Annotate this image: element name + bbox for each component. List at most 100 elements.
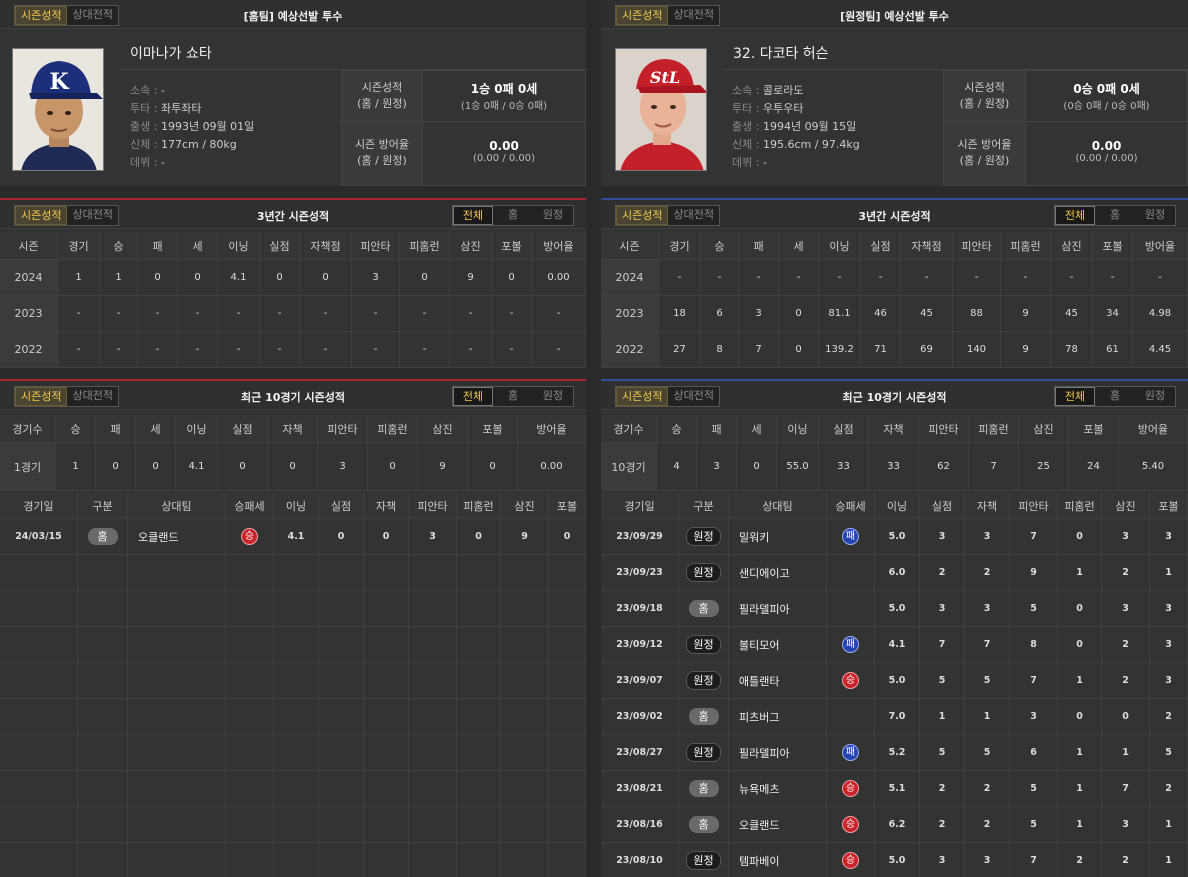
column-header: 피안타	[409, 493, 457, 519]
left-profile-panel: 시즌성적 상대전적 [홈팀] 예상선발 투수 K 이마나가 쇼타 소속 : - …	[0, 0, 586, 186]
stat-cell: 46	[861, 296, 901, 332]
filter-away-button[interactable]: 원정	[533, 206, 573, 225]
stat-cell: 5	[1150, 735, 1188, 771]
stat-cell: 3	[1150, 663, 1188, 699]
filter-all-button[interactable]: 전체	[1055, 206, 1095, 225]
column-header: 경기수	[601, 415, 657, 443]
filter-home-button[interactable]: 홈	[1095, 206, 1135, 225]
stat-cell: 2	[1102, 663, 1150, 699]
stat-cell: 0	[218, 443, 268, 491]
empty-cell	[549, 591, 586, 627]
stat-cell: 6	[1010, 735, 1058, 771]
venue-cell: 원정	[679, 843, 729, 877]
stat-cell: 2	[920, 807, 965, 843]
filter-home-button[interactable]: 홈	[493, 387, 533, 406]
column-header: 포볼	[468, 415, 518, 443]
game-date-cell: 23/09/23	[601, 555, 679, 591]
filter-away-button[interactable]: 원정	[1135, 206, 1175, 225]
empty-cell	[501, 771, 549, 807]
filter-all-button[interactable]: 전체	[453, 387, 493, 406]
stat-cell: 9	[501, 519, 549, 555]
empty-cell	[226, 591, 274, 627]
loss-badge: 패	[842, 636, 859, 653]
stat-cell: 3	[409, 519, 457, 555]
opponent-cell: 샌디에이고	[729, 555, 827, 591]
loss-badge: 패	[842, 744, 859, 761]
column-header: 이닝	[274, 493, 319, 519]
empty-cell	[128, 663, 226, 699]
empty-cell	[549, 771, 586, 807]
column-header: 자책점	[901, 232, 953, 260]
empty-cell	[78, 771, 128, 807]
filter-all-button[interactable]: 전체	[1055, 387, 1095, 406]
stat-cell: -	[178, 332, 218, 368]
stat-cell: 0	[1058, 591, 1102, 627]
record-value: 0승 0패 0세	[1073, 82, 1140, 96]
stat-cell: 7	[1102, 771, 1150, 807]
column-header: 방어율	[1119, 415, 1188, 443]
decision-cell: 패	[827, 627, 875, 663]
stat-cell: 55.0	[777, 443, 819, 491]
column-header: 삼진	[1051, 232, 1093, 260]
filter-home-button[interactable]: 홈	[493, 206, 533, 225]
empty-cell	[319, 663, 364, 699]
column-header: 상대팀	[729, 493, 827, 519]
empty-cell	[78, 843, 128, 877]
filter-away-button[interactable]: 원정	[533, 387, 573, 406]
stat-cell: 69	[901, 332, 953, 368]
empty-cell	[226, 735, 274, 771]
stat-cell: 5.0	[875, 843, 920, 877]
stat-cell: 3	[1102, 591, 1150, 627]
venue-cell: 원정	[679, 519, 729, 555]
column-header: 이닝	[218, 232, 260, 260]
empty-cell	[319, 807, 364, 843]
empty-cell	[364, 807, 409, 843]
season-year-cell: 2024	[0, 260, 58, 296]
loss-badge: 패	[842, 528, 859, 545]
away-badge: 원정	[686, 671, 721, 690]
left-recent-summary-table: 경기수 승 패 세 이닝 실점 자책 피안타 피홈런 삼진 포볼 방어율 1경기 1 0 0 4.1 0 0 3 0 9 0…	[0, 415, 586, 491]
column-header: 피안타	[1010, 493, 1058, 519]
empty-cell	[549, 843, 586, 877]
column-header: 포볼	[1093, 232, 1133, 260]
empty-cell	[78, 555, 128, 591]
stat-cell: 1	[1058, 807, 1102, 843]
column-header: 상대팀	[128, 493, 226, 519]
column-header: 방어율	[518, 415, 586, 443]
stat-cell: -	[260, 296, 300, 332]
column-header: 승	[56, 415, 96, 443]
era-split: (0.00 / 0.00)	[472, 153, 536, 164]
stat-cell: -	[58, 332, 100, 368]
stat-cell: 0	[1058, 519, 1102, 555]
empty-cell	[274, 699, 319, 735]
info-row-team: 소속 : 콜로라도	[732, 84, 804, 97]
empty-cell	[409, 699, 457, 735]
opponent-cell: 뉴욕메츠	[729, 771, 827, 807]
stat-cell: 1	[920, 699, 965, 735]
stat-cell: -	[138, 332, 178, 368]
stat-cell: 3	[920, 519, 965, 555]
right-record-label: 시즌성적 (홈 / 원정)	[943, 70, 1026, 122]
stat-cell: 3	[739, 296, 779, 332]
stat-cell: 27	[659, 332, 701, 368]
stat-cell: 71	[861, 332, 901, 368]
stat-cell: 3	[920, 843, 965, 877]
filter-away-button[interactable]: 원정	[1135, 387, 1175, 406]
venue-cell: 홈	[679, 807, 729, 843]
left-record-label: 시즌성적 (홈 / 원정)	[341, 70, 423, 122]
stat-cell: 4.1	[274, 519, 319, 555]
stat-cell: 3	[920, 591, 965, 627]
filter-home-button[interactable]: 홈	[1095, 387, 1135, 406]
empty-cell	[409, 807, 457, 843]
stat-cell: -	[58, 296, 100, 332]
stat-cell: -	[532, 332, 586, 368]
stat-cell: 0	[1058, 699, 1102, 735]
filter-all-button[interactable]: 전체	[453, 206, 493, 225]
stat-cell: -	[492, 332, 532, 368]
empty-cell	[274, 663, 319, 699]
stat-cell: -	[779, 260, 819, 296]
stat-cell: 7	[1010, 519, 1058, 555]
stat-cell: 0	[260, 260, 300, 296]
away-badge: 원정	[686, 635, 721, 654]
stat-cell: -	[739, 260, 779, 296]
